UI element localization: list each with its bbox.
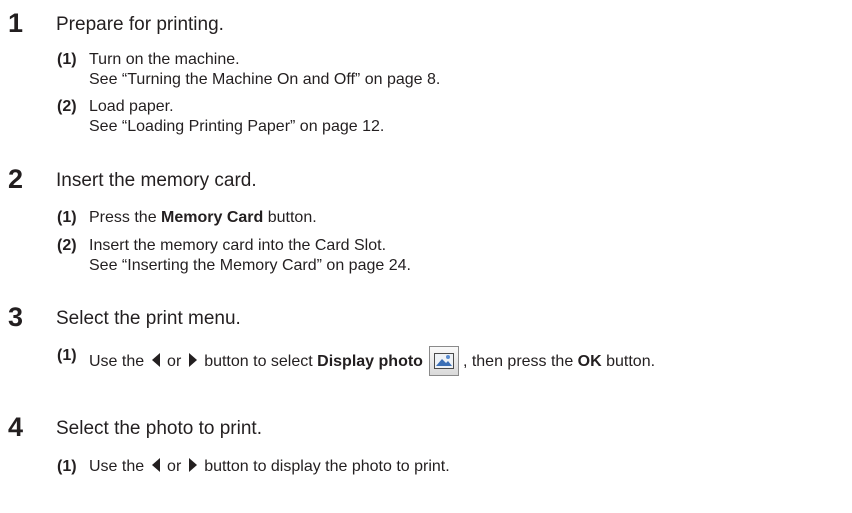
right-arrow-icon	[188, 458, 197, 472]
text-part: , then press the	[462, 353, 578, 370]
text-part: Use the	[89, 353, 145, 370]
substep-number: (1)	[57, 458, 77, 475]
step-title: Prepare for printing.	[56, 14, 224, 35]
step-number: 1	[8, 8, 24, 38]
step-title: Insert the memory card.	[56, 170, 257, 191]
cross-reference: See “Loading Printing Paper” on page 12.	[89, 118, 385, 135]
cross-reference: See “Inserting the Memory Card” on page …	[89, 257, 411, 274]
substep-text: Insert the memory card into the Card Slo…	[89, 237, 387, 254]
display-photo-icon	[428, 346, 459, 376]
ok-button-label: OK	[577, 353, 602, 370]
step-number: 4	[8, 412, 24, 442]
substep-text: Load paper.	[89, 98, 174, 115]
substep-text: Turn on the machine.	[89, 51, 240, 68]
substep-text: Use the or button to display the photo t…	[89, 457, 450, 477]
left-arrow-icon	[151, 353, 160, 367]
text-part: or	[167, 458, 182, 475]
step-title: Select the print menu.	[56, 308, 241, 329]
cross-reference: See “Turning the Machine On and Off” on …	[89, 71, 441, 88]
text-part: Press the	[89, 209, 162, 226]
substep-number: (2)	[57, 98, 77, 115]
text-part: button.	[601, 353, 656, 370]
step-number: 3	[8, 302, 24, 332]
substep-number: (1)	[57, 51, 77, 68]
step-number: 2	[8, 164, 24, 194]
memory-card-button-label: Memory Card	[161, 209, 264, 226]
left-arrow-icon	[151, 458, 160, 472]
substep-number: (2)	[57, 237, 77, 254]
right-arrow-icon	[188, 353, 197, 367]
text-part: button to select	[204, 353, 318, 370]
substep-text: Use the or button to select Display phot…	[89, 346, 655, 376]
substep-number: (1)	[57, 209, 77, 226]
text-part: or	[167, 353, 182, 370]
display-photo-label: Display photo	[317, 353, 423, 370]
text-part: Use the	[89, 458, 145, 475]
text-part: button to display the photo to print.	[204, 458, 450, 475]
text-part: button.	[263, 209, 317, 226]
substep-number: (1)	[57, 347, 77, 364]
step-title: Select the photo to print.	[56, 418, 262, 439]
substep-text: Press the Memory Card button.	[89, 208, 317, 228]
